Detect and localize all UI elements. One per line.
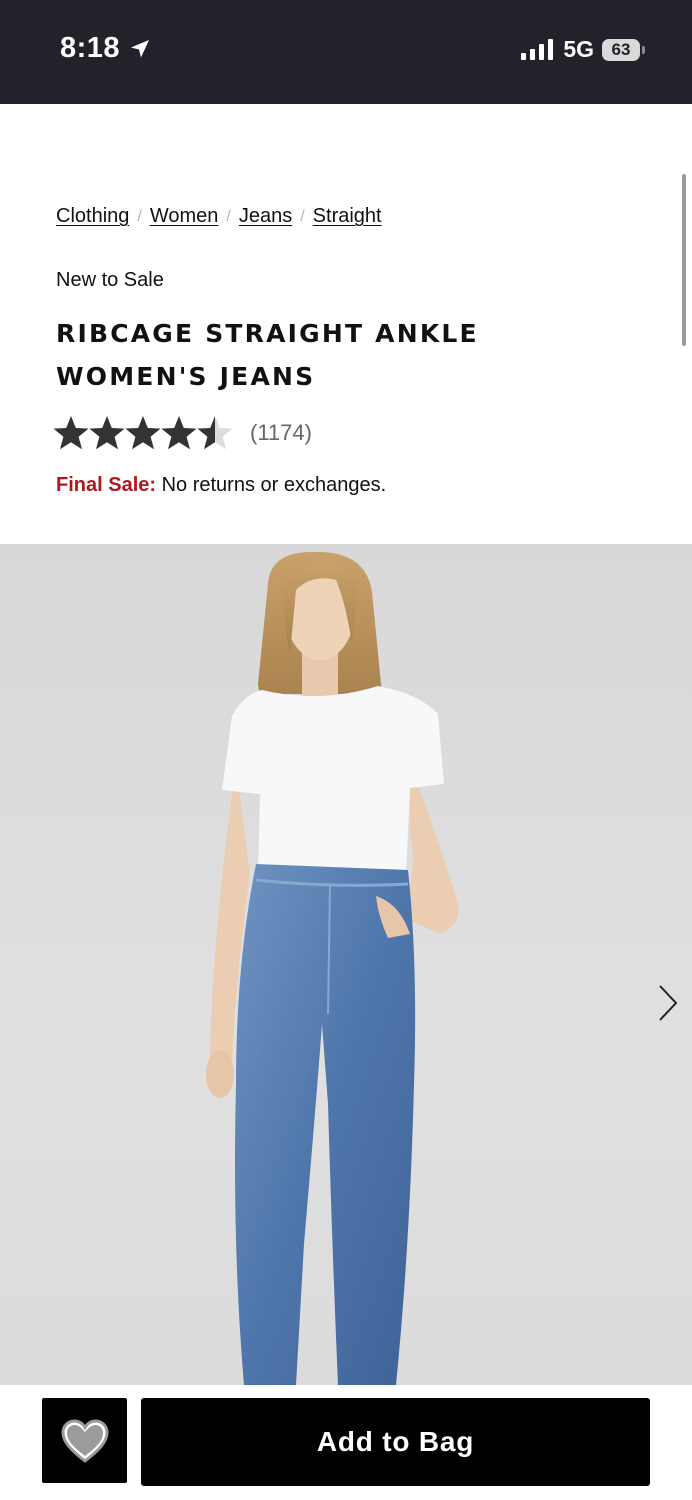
network-label: 5G: [563, 36, 594, 62]
breadcrumb-separator: /: [226, 207, 231, 225]
chevron-right-icon: [659, 985, 678, 1021]
status-right: 5G 63: [521, 36, 645, 63]
status-time-text: 8:18: [60, 32, 121, 64]
product-image[interactable]: [0, 544, 692, 1385]
add-to-bag-button[interactable]: Add to Bag: [141, 1398, 650, 1486]
status-bar: 8:18 5G 63: [0, 0, 692, 104]
star-icon: [161, 416, 197, 450]
star-icon: [125, 416, 161, 450]
product-title: RIBCAGE STRAIGHT ANKLE WOMEN'S JEANS: [56, 319, 479, 391]
scroll-indicator[interactable]: [682, 174, 686, 346]
star-icon: [197, 416, 233, 450]
status-time: 8:18: [60, 32, 152, 65]
breadcrumb-women[interactable]: Women: [150, 205, 219, 228]
breadcrumb-separator: /: [300, 207, 305, 225]
star-icon: [53, 416, 89, 450]
heart-icon: [60, 1418, 109, 1463]
model-photo: [206, 551, 459, 1385]
battery-icon: 63: [602, 38, 645, 61]
wishlist-button[interactable]: [42, 1398, 127, 1483]
location-arrow-icon: [131, 39, 150, 57]
breadcrumb-separator: /: [137, 207, 142, 225]
breadcrumb-clothing[interactable]: Clothing: [56, 205, 129, 228]
final-sale-label: Final Sale:: [56, 474, 157, 496]
final-sale-notice: Final Sale: No returns or exchanges.: [56, 474, 386, 497]
final-sale-text: No returns or exchanges.: [161, 474, 387, 496]
rating-row[interactable]: (1174): [52, 414, 312, 452]
bottom-action-bar: Add to Bag: [0, 1385, 692, 1500]
breadcrumb: Clothing / Women / Jeans / Straight: [56, 205, 382, 228]
review-count[interactable]: (1174): [250, 420, 312, 446]
breadcrumb-jeans[interactable]: Jeans: [239, 205, 292, 228]
next-image-button[interactable]: [648, 978, 688, 1028]
cellular-signal-icon: [521, 38, 554, 60]
star-icon: [89, 416, 125, 450]
breadcrumb-straight[interactable]: Straight: [313, 205, 382, 228]
sale-tag: New to Sale: [56, 269, 164, 291]
star-rating: [52, 414, 233, 452]
